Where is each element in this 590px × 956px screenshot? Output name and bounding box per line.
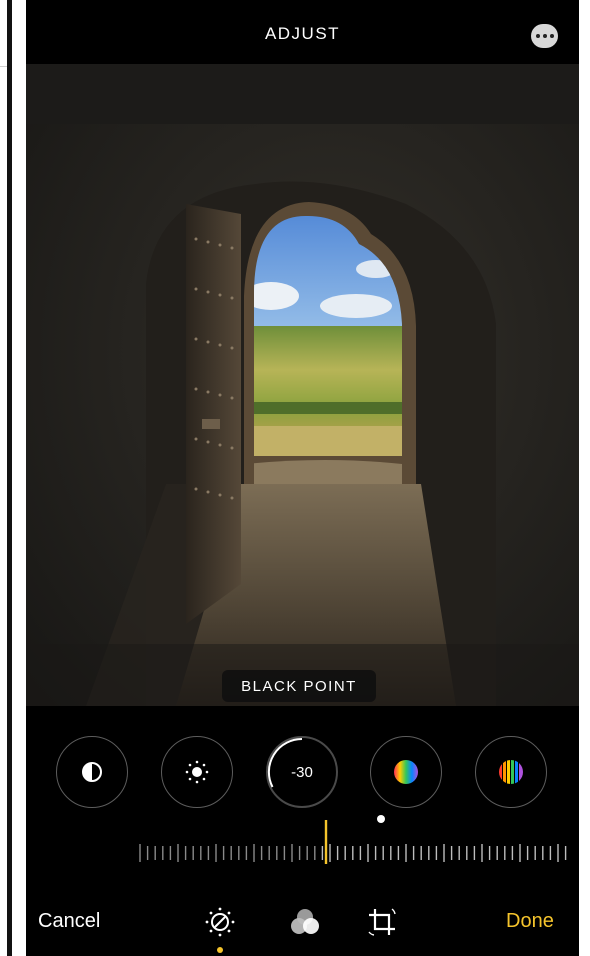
adjustment-label: BLACK POINT: [222, 670, 376, 702]
active-tab-indicator: [217, 947, 223, 953]
photos-editor-screen: ADJUST BLACK POINT -30 Cancel Done: [26, 0, 579, 956]
cancel-button[interactable]: Cancel: [38, 910, 100, 933]
saturation-tool[interactable]: [370, 736, 442, 808]
vibrance-tool[interactable]: [475, 736, 547, 808]
top-bar: ADJUST: [26, 0, 579, 64]
page-title: ADJUST: [264, 24, 341, 43]
done-button[interactable]: Done: [506, 910, 554, 933]
photo-image: [26, 64, 579, 706]
filters-tab[interactable]: [285, 902, 325, 942]
window-divider: [7, 0, 12, 956]
slider-ticks: [139, 820, 567, 864]
right-margin: [579, 0, 590, 956]
background-window-line: [0, 66, 7, 67]
bottom-toolbar: Cancel Done: [26, 884, 579, 956]
background-window-edge: [0, 0, 14, 956]
crop-tab[interactable]: [362, 902, 402, 942]
color-sphere-icon: [394, 760, 418, 784]
black-point-value: -30: [291, 763, 313, 781]
adjust-icon: [205, 907, 235, 937]
half-circle-icon: [82, 762, 102, 782]
black-point-tool[interactable]: -30: [266, 736, 338, 808]
striped-color-sphere-icon: [499, 760, 523, 784]
brilliance-tool[interactable]: [161, 736, 233, 808]
photo-preview[interactable]: BLACK POINT: [26, 64, 579, 706]
exposure-tool[interactable]: [56, 736, 128, 808]
adjust-tab[interactable]: [200, 902, 240, 942]
adjustment-controls: -30 Cancel Done: [26, 706, 579, 956]
crop-icon: [368, 908, 396, 936]
black-point-slider[interactable]: [112, 818, 568, 864]
ellipsis-icon: [535, 34, 540, 38]
filters-icon: [291, 909, 319, 934]
sun-icon: [185, 760, 209, 784]
more-options-button[interactable]: [531, 24, 558, 48]
